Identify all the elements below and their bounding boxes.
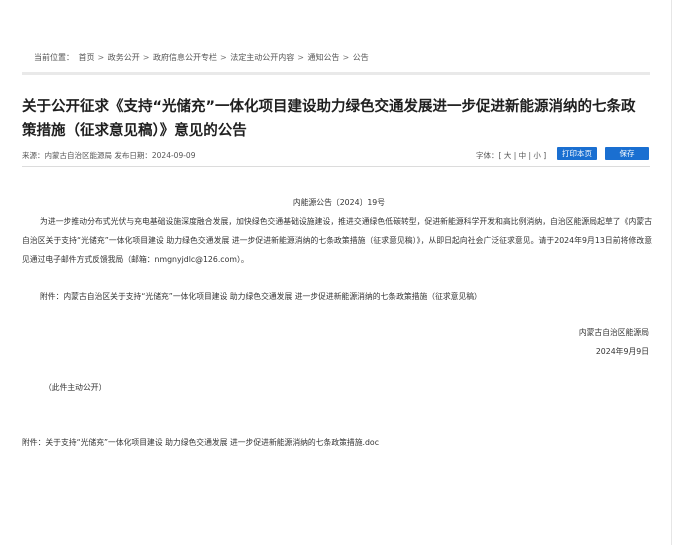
page-right-edge [671, 0, 678, 545]
font-size-label: 字体： [476, 151, 499, 160]
print-button[interactable]: 打印本页 [557, 147, 597, 160]
breadcrumb-separator: > [342, 53, 350, 62]
page-title: 关于公开征求《支持“光储充”一体化项目建设助力绿色交通发展进一步促进新能源消纳的… [22, 99, 636, 139]
breadcrumb-gov-open[interactable]: 政务公开 [108, 53, 140, 62]
breadcrumb-separator: > [220, 53, 227, 62]
public-disclosure-note: （此件主动公开） [44, 383, 107, 392]
breadcrumb-legal-content[interactable]: 法定主动公开内容 [230, 53, 294, 62]
attachment-file-link[interactable]: 附件：关于支持“光储充”一体化项目建设 助力绿色交通发展 进一步促进新能源消纳的… [22, 437, 379, 448]
breadcrumb-label: 当前位置： [34, 53, 74, 62]
breadcrumb-separator: > [97, 53, 105, 62]
font-size-large[interactable]: 大 [504, 151, 512, 160]
breadcrumb-separator: > [297, 53, 304, 62]
breadcrumb-home[interactable]: 首页 [79, 53, 95, 62]
font-size-medium[interactable]: 中 [519, 151, 527, 160]
attachment-text: 附件：内蒙古自治区关于支持“光储充”一体化项目建设 助力绿色交通发展 进一步促进… [40, 292, 482, 301]
breadcrumb-divider [22, 72, 650, 75]
signature-organization: 内蒙古自治区能源局 [578, 328, 649, 337]
save-button[interactable]: 保存 [605, 147, 649, 160]
breadcrumb: 当前位置： 首页 > 政务公开 > 政府信息公开专栏 > 法定主动公开内容 > 通知公告… [34, 52, 371, 63]
breadcrumb-info-column[interactable]: 政府信息公开专栏 [153, 53, 217, 62]
article-meta: 来源：内蒙古自治区能源局 发布日期：2024-09-09 [22, 151, 196, 160]
breadcrumb-separator: > [142, 53, 150, 62]
meta-divider [22, 166, 650, 167]
font-size-small[interactable]: 小 [533, 151, 541, 160]
article-body: 为进一步推动分布式光伏与充电基础设施深度融合发展，加快绿色交通基础设施建设，推进… [22, 217, 652, 264]
document-number: 内能源公告〔2024〕19号 [292, 198, 386, 207]
signature-date: 2024年9月9日 [595, 347, 649, 356]
breadcrumb-notices[interactable]: 通知公告 [308, 53, 340, 62]
font-size-selector: 字体：[ 大 | 中 | 小 ] [476, 151, 547, 160]
breadcrumb-announcement[interactable]: 公告 [353, 53, 369, 62]
